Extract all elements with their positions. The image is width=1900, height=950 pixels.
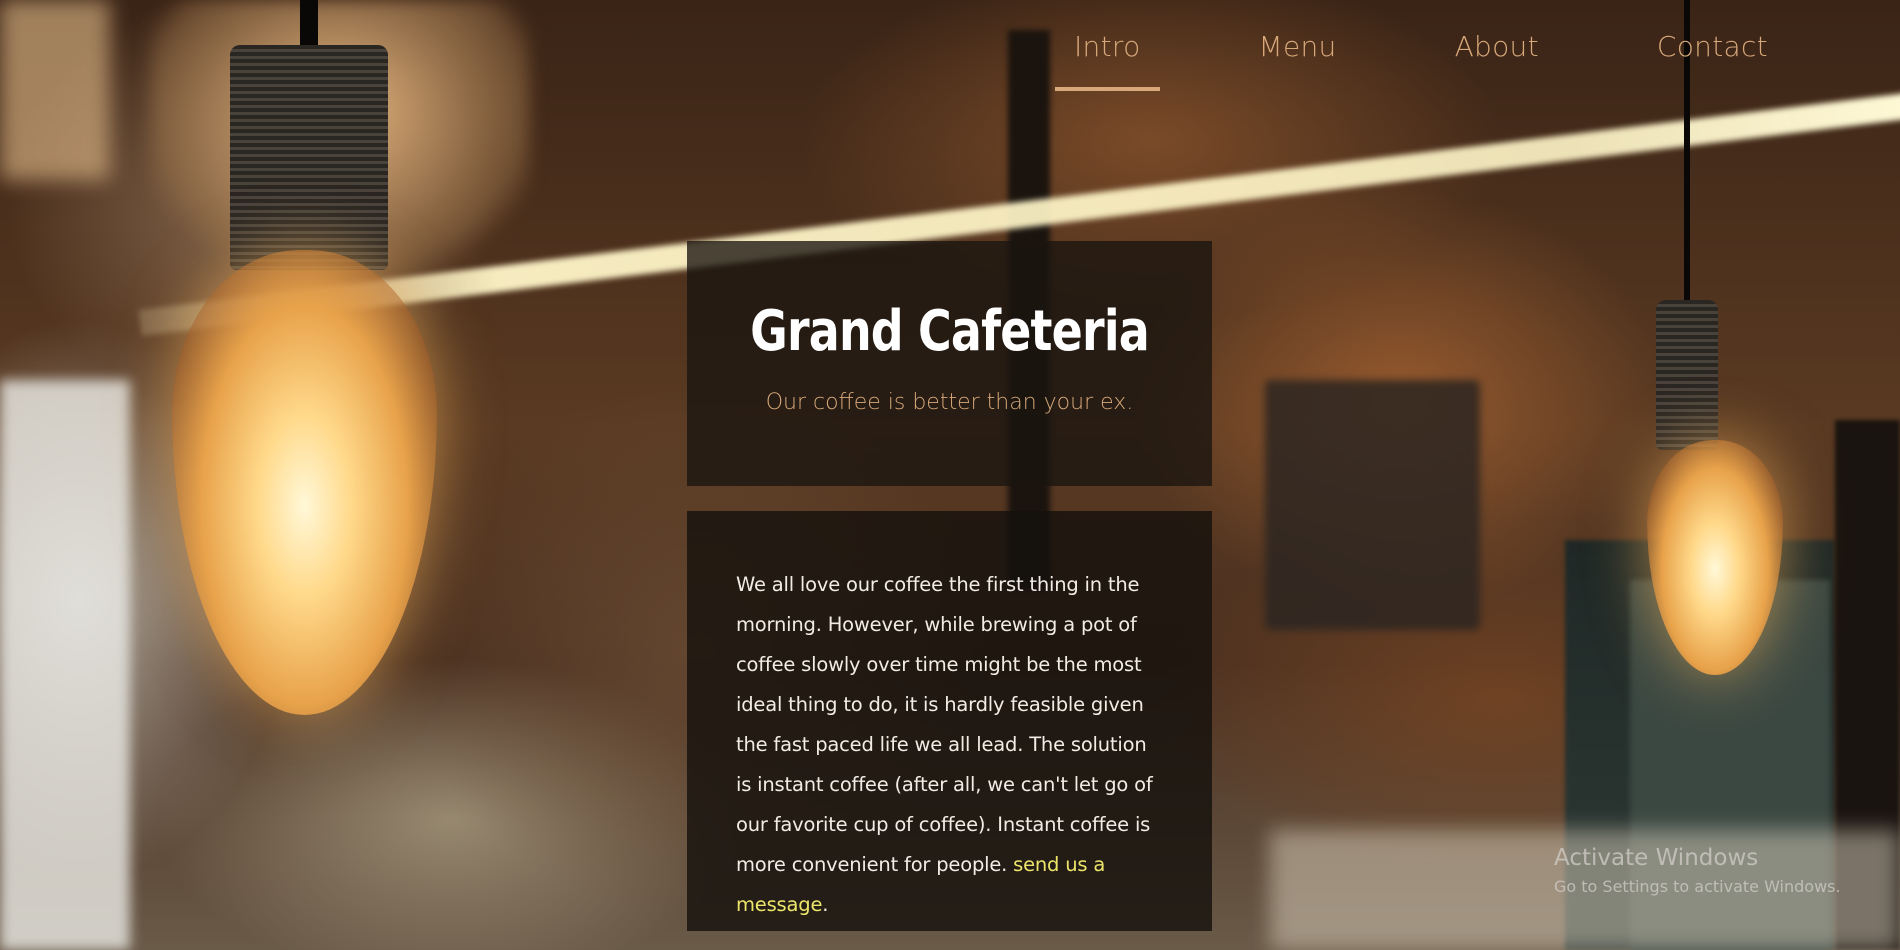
activate-windows-subtitle: Go to Settings to activate Windows. [1554,877,1841,896]
intro-end: . [822,893,829,916]
nav-menu[interactable]: Menu [1240,30,1356,91]
nav-about[interactable]: About [1436,30,1558,91]
chalkboard [1265,380,1480,630]
bulb-socket-right [1656,300,1718,450]
lampshade-glow-left [0,0,110,180]
site-tagline: Our coffee is better than your ex. [765,390,1134,415]
intro-card: We all love our coffee the first thing i… [687,511,1212,931]
light-bulb-left [172,250,437,715]
intro-text: We all love our coffee the first thing i… [736,565,1157,925]
activate-windows-watermark: Activate Windows Go to Settings to activ… [1554,845,1841,896]
site-title: Grand Cafeteria [750,299,1150,364]
bulb-socket-left [230,45,388,270]
nav-contact[interactable]: Contact [1638,30,1787,91]
activate-windows-title: Activate Windows [1554,845,1759,871]
intro-body: We all love our coffee the first thing i… [736,573,1153,876]
bulb-cord-left [300,0,318,48]
fridge-blur [0,380,130,950]
title-card: Grand Cafeteria Our coffee is better tha… [687,241,1212,486]
nav-intro[interactable]: Intro [1055,30,1160,91]
main-nav: Intro Menu About Contact [1055,30,1787,91]
